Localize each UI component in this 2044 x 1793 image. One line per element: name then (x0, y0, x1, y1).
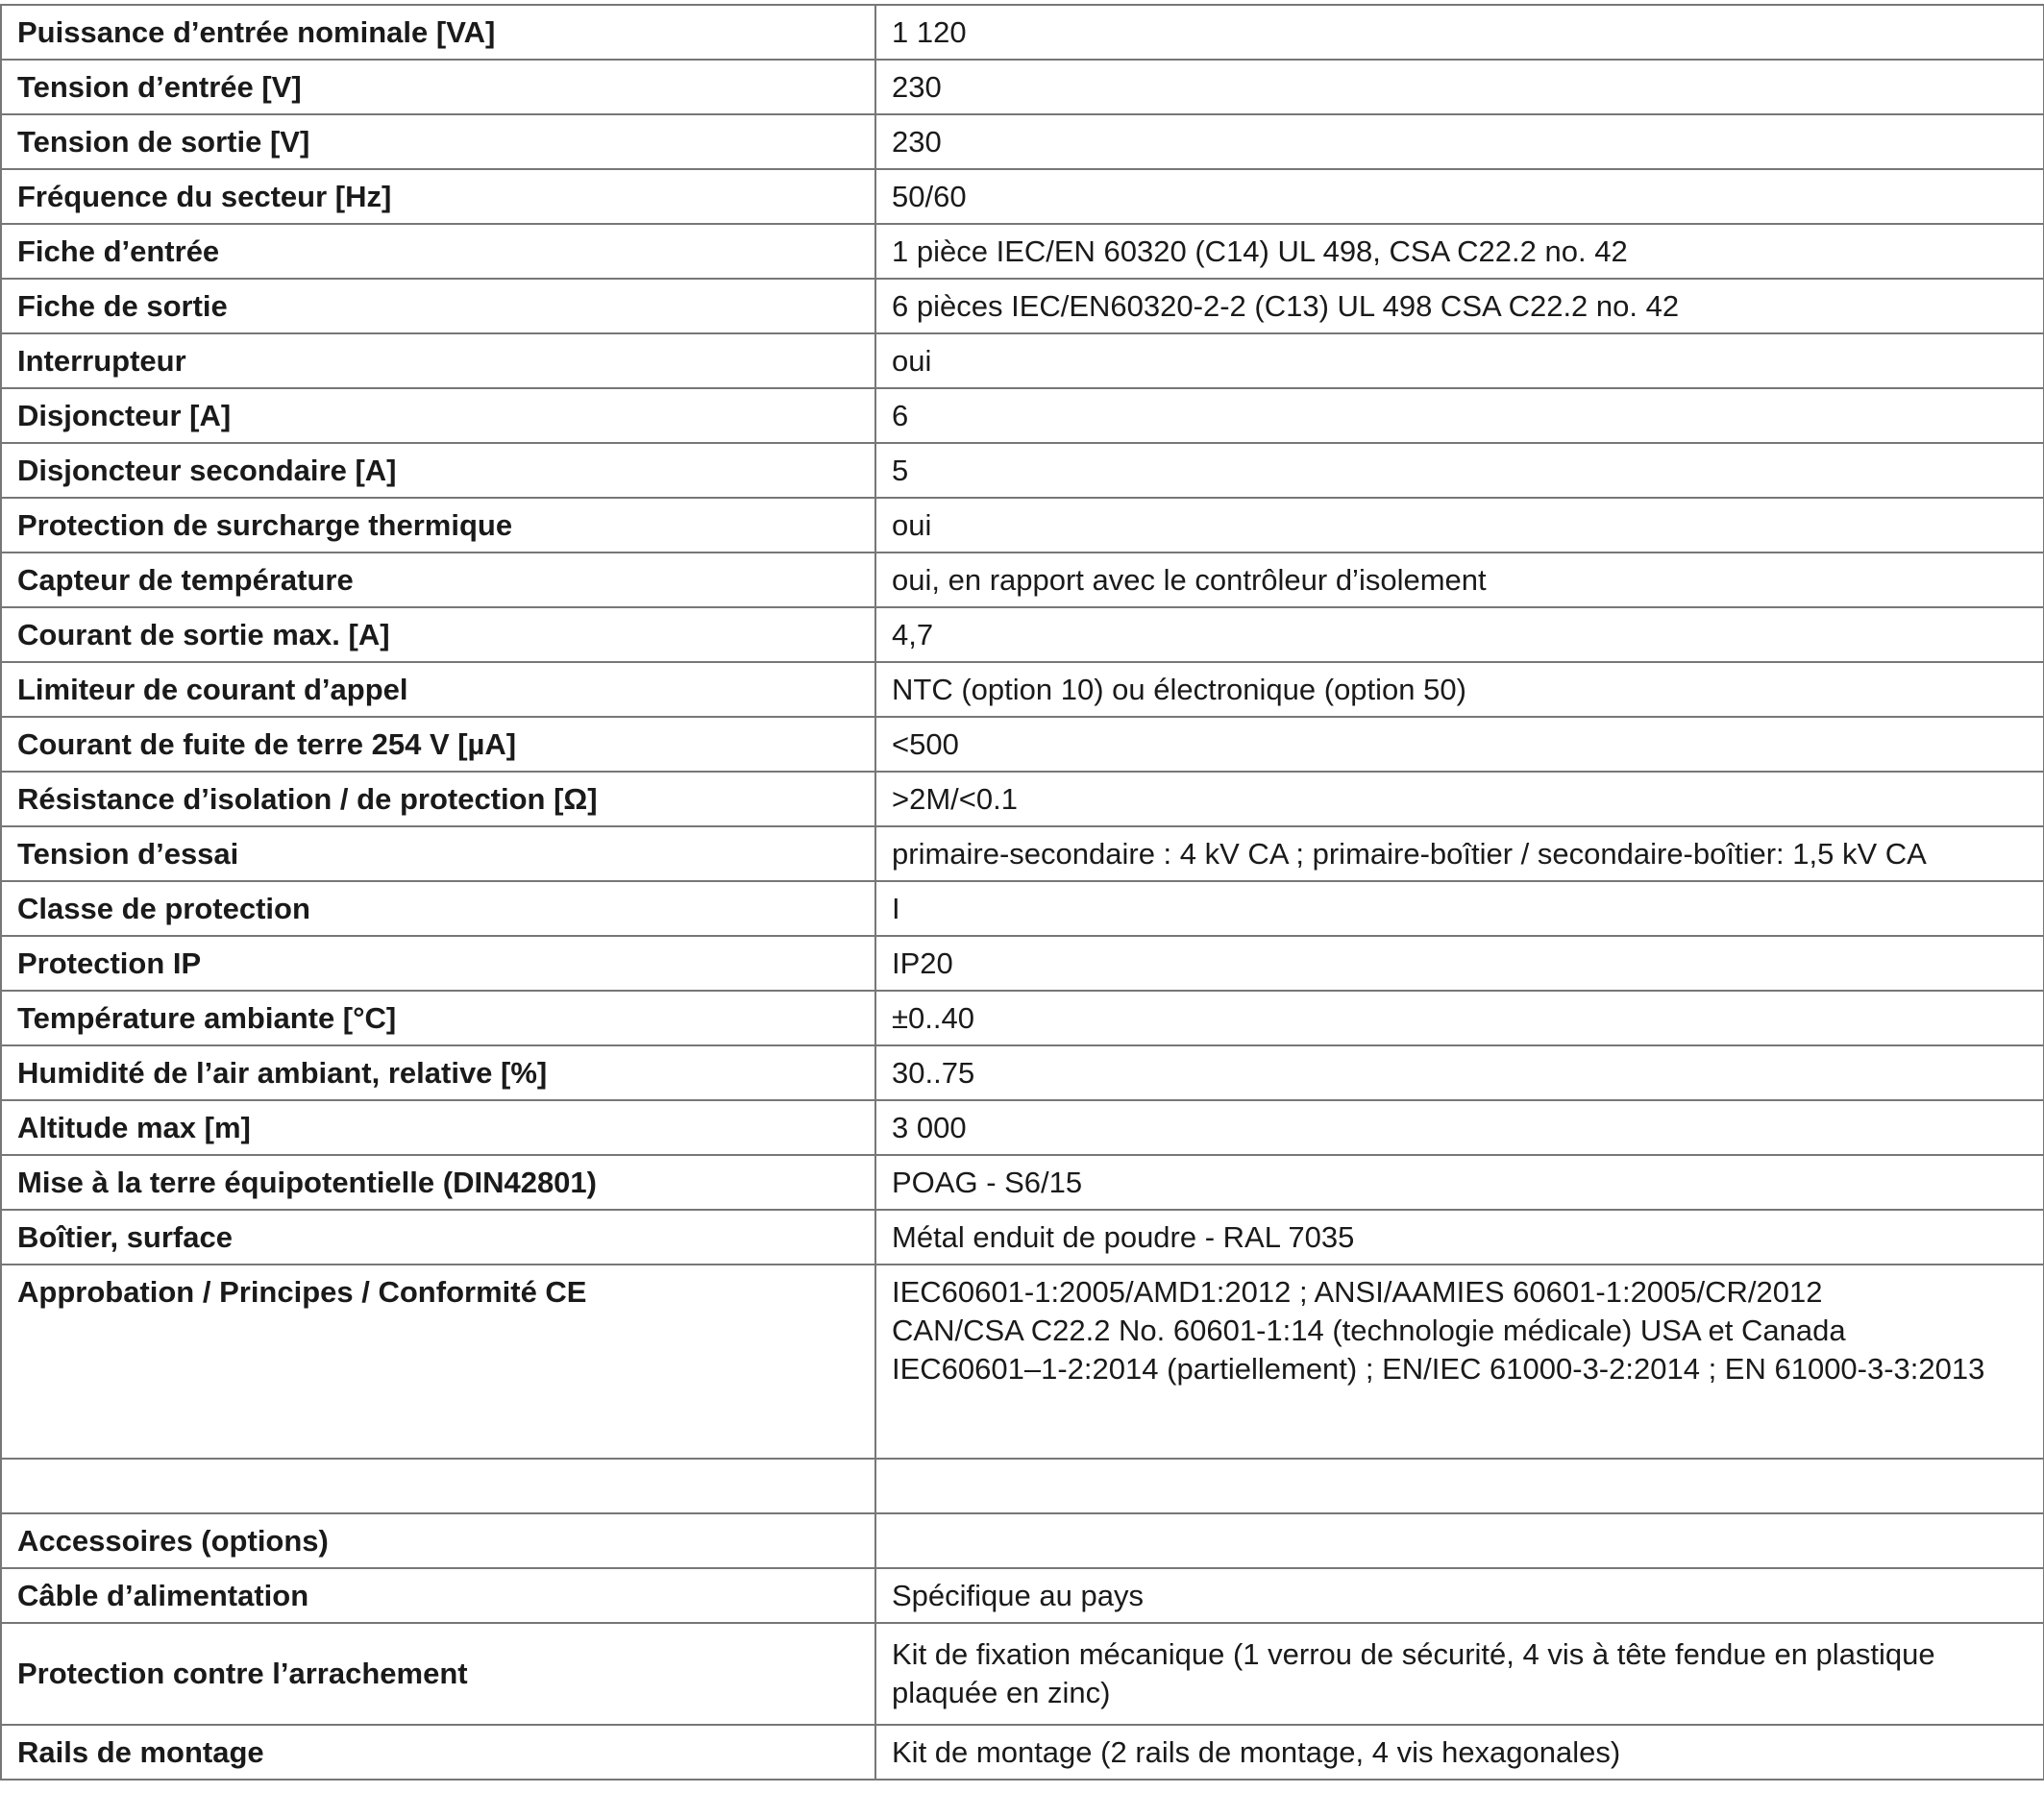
row-label: Capteur de température (0, 552, 876, 608)
row-label: Protection IP (0, 935, 876, 992)
row-value: 6 pièces IEC/EN60320-2-2 (C13) UL 498 CS… (874, 278, 2044, 334)
row-label: Classe de protection (0, 880, 876, 937)
row-value: 1 120 (874, 4, 2044, 61)
row-label: Tension d’essai (0, 825, 876, 882)
row-label: Protection de surcharge thermique (0, 497, 876, 553)
table-row: Mise à la terre équipotentielle (DIN4280… (0, 1154, 2044, 1211)
table-row: Limiteur de courant d’appel NTC (option 1… (0, 661, 2044, 718)
row-value: 1 pièce IEC/EN 60320 (C14) UL 498, CSA C… (874, 223, 2044, 280)
row-value: 30..75 (874, 1044, 2044, 1101)
table-row: Fréquence du secteur [Hz] 50/60 (0, 168, 2044, 225)
row-label: Courant de fuite de terre 254 V [µA] (0, 716, 876, 773)
row-value: oui, en rapport avec le contrôleur d’iso… (874, 552, 2044, 608)
row-value: oui (874, 497, 2044, 553)
row-label: Altitude max [m] (0, 1099, 876, 1156)
row-value: 4,7 (874, 606, 2044, 663)
table-row: Température ambiante [°C] ±0..40 (0, 990, 2044, 1046)
row-value: IP20 (874, 935, 2044, 992)
row-value (874, 1512, 2044, 1569)
table-row: Interrupteur oui (0, 332, 2044, 389)
row-value: oui (874, 332, 2044, 389)
row-value: I (874, 880, 2044, 937)
row-label: Interrupteur (0, 332, 876, 389)
row-label (0, 1458, 876, 1514)
row-value: 230 (874, 113, 2044, 170)
value-line: Kit de fixation mécanique (1 verrou de s… (892, 1637, 1935, 1671)
row-label: Boîtier, surface (0, 1209, 876, 1265)
row-value: 5 (874, 442, 2044, 499)
table-row-accessories-header: Accessoires (options) (0, 1512, 2044, 1569)
table-row: Fiche de sortie 6 pièces IEC/EN60320-2-2 … (0, 278, 2044, 334)
row-label: Courant de sortie max. [A] (0, 606, 876, 663)
table-row: Fiche d’entrée 1 pièce IEC/EN 60320 (C14)… (0, 223, 2044, 280)
row-label: Approbation / Principes / Conformité CE (0, 1264, 876, 1460)
row-value (874, 1458, 2044, 1514)
table-row: Courant de fuite de terre 254 V [µA] <500 (0, 716, 2044, 773)
row-value: 230 (874, 59, 2044, 115)
row-label: Résistance d’isolation / de protection [… (0, 771, 876, 827)
row-value: primaire-secondaire : 4 kV CA ; primaire… (874, 825, 2044, 882)
row-value: >2M/<0.1 (874, 771, 2044, 827)
table-row: Protection de surcharge thermique oui (0, 497, 2044, 553)
table-row: Tension d’essai primaire-secondaire : 4 k… (0, 825, 2044, 882)
row-value: 6 (874, 387, 2044, 444)
row-value-multiline: Kit de fixation mécanique (1 verrou de s… (874, 1622, 2044, 1726)
table-row: Tension d’entrée [V] 230 (0, 59, 2044, 115)
row-label: Tension de sortie [V] (0, 113, 876, 170)
row-label: Humidité de l’air ambiant, relative [%] (0, 1044, 876, 1101)
table-row: Humidité de l’air ambiant, relative [%] 3… (0, 1044, 2044, 1101)
table-row-approval: Approbation / Principes / Conformité CE … (0, 1264, 2044, 1460)
section-header: Accessoires (options) (0, 1512, 876, 1569)
row-label: Fiche de sortie (0, 278, 876, 334)
row-label: Disjoncteur secondaire [A] (0, 442, 876, 499)
table-row: Protection IP IP20 (0, 935, 2044, 992)
row-value: Kit de montage (2 rails de montage, 4 vi… (874, 1724, 2044, 1781)
table-row-empty (0, 1458, 2044, 1514)
row-label: Câble d’alimentation (0, 1567, 876, 1624)
row-value: 50/60 (874, 168, 2044, 225)
row-value: Métal enduit de poudre - RAL 7035 (874, 1209, 2044, 1265)
row-label: Protection contre l’arrachement (0, 1622, 876, 1726)
row-value: ±0..40 (874, 990, 2044, 1046)
table-row: Protection contre l’arrachement Kit de f… (0, 1622, 2044, 1726)
value-line: plaquée en zinc) (892, 1676, 1111, 1709)
table-row: Classe de protection I (0, 880, 2044, 937)
row-label: Mise à la terre équipotentielle (DIN4280… (0, 1154, 876, 1211)
row-label: Limiteur de courant d’appel (0, 661, 876, 718)
approval-line: IEC60601-1:2005/AMD1:2012 ; ANSI/AAMIES … (892, 1275, 1823, 1309)
row-value: POAG - S6/15 (874, 1154, 2044, 1211)
table-row: Disjoncteur [A] 6 (0, 387, 2044, 444)
row-label: Puissance d’entrée nominale [VA] (0, 4, 876, 61)
row-label: Fiche d’entrée (0, 223, 876, 280)
table-row: Disjoncteur secondaire [A] 5 (0, 442, 2044, 499)
table-row: Câble d’alimentation Spécifique au pays (0, 1567, 2044, 1624)
approval-line: IEC60601–1-2:2014 (partiellement) ; EN/I… (892, 1352, 1985, 1386)
table-row: Altitude max [m] 3 000 (0, 1099, 2044, 1156)
row-label: Température ambiante [°C] (0, 990, 876, 1046)
row-value: 3 000 (874, 1099, 2044, 1156)
row-label: Fréquence du secteur [Hz] (0, 168, 876, 225)
row-value: NTC (option 10) ou électronique (option … (874, 661, 2044, 718)
row-value: Spécifique au pays (874, 1567, 2044, 1624)
approval-line: CAN/CSA C22.2 No. 60601-1:14 (technologi… (892, 1314, 1846, 1347)
table-row: Puissance d’entrée nominale [VA] 1 120 (0, 4, 2044, 61)
table-row: Capteur de température oui, en rapport av… (0, 552, 2044, 608)
row-label: Disjoncteur [A] (0, 387, 876, 444)
table-row: Résistance d’isolation / de protection [… (0, 771, 2044, 827)
row-value: <500 (874, 716, 2044, 773)
table-row: Courant de sortie max. [A] 4,7 (0, 606, 2044, 663)
row-value-multiline: IEC60601-1:2005/AMD1:2012 ; ANSI/AAMIES … (874, 1264, 2044, 1460)
table-row: Tension de sortie [V] 230 (0, 113, 2044, 170)
table-row: Rails de montage Kit de montage (2 rails… (0, 1724, 2044, 1781)
row-label: Rails de montage (0, 1724, 876, 1781)
specification-table: Puissance d’entrée nominale [VA] 1 120 Te… (0, 4, 2044, 1781)
row-label: Tension d’entrée [V] (0, 59, 876, 115)
table-row: Boîtier, surface Métal enduit de poudre -… (0, 1209, 2044, 1265)
